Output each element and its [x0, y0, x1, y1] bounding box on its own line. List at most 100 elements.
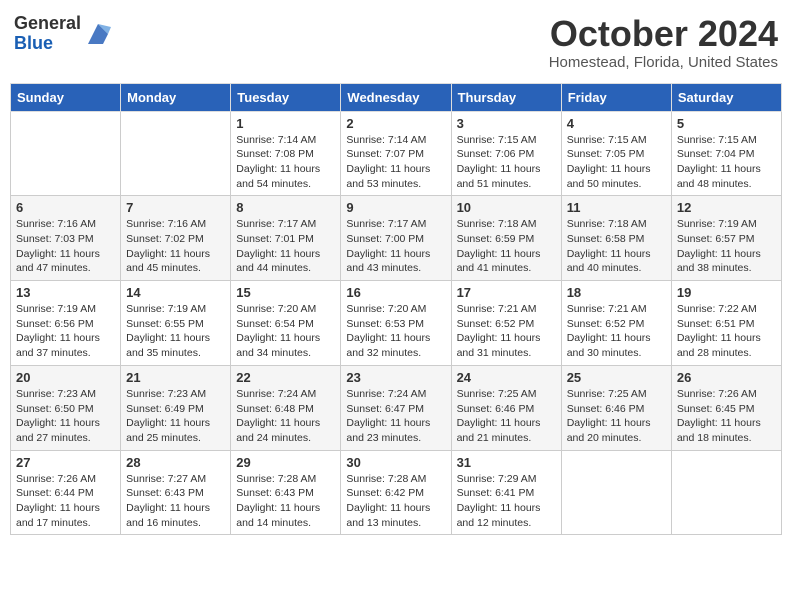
calendar-cell: 24 Sunrise: 7:25 AMSunset: 6:46 PMDayligh… — [451, 365, 561, 450]
logo-blue-text: Blue — [14, 34, 81, 54]
calendar-cell: 31Sunrise: 7:29 AMSunset: 6:41 PMDayligh… — [451, 450, 561, 535]
calendar-cell: 1 Sunrise: 7:14 AMSunset: 7:08 PMDaylight… — [231, 111, 341, 196]
day-number: 16 — [346, 285, 445, 300]
day-number: 4 — [567, 116, 666, 131]
day-number: 31 — [457, 455, 556, 470]
calendar-week-row: 20 Sunrise: 7:23 AMSunset: 6:50 PMDayligh… — [11, 365, 782, 450]
day-number: 6 — [16, 200, 115, 215]
day-number: 7 — [126, 200, 225, 215]
day-header-sunday: Sunday — [11, 83, 121, 111]
calendar-cell: 22Sunrise: 7:24 AMSunset: 6:48 PMDayligh… — [231, 365, 341, 450]
cell-info: Sunrise: 7:18 AMSunset: 6:58 PMDaylight:… — [567, 217, 666, 276]
calendar-cell — [671, 450, 781, 535]
cell-info: Sunrise: 7:22 AMSunset: 6:51 PMDaylight:… — [677, 302, 776, 361]
calendar-cell: 28 Sunrise: 7:27 AMSunset: 6:43 PMDayligh… — [121, 450, 231, 535]
cell-info: Sunrise: 7:28 AMSunset: 6:42 PMDaylight:… — [346, 472, 445, 531]
cell-info: Sunrise: 7:24 AMSunset: 6:47 PMDaylight:… — [346, 387, 445, 446]
day-number: 28 — [126, 455, 225, 470]
cell-info: Sunrise: 7:14 AMSunset: 7:08 PMDaylight:… — [236, 133, 335, 192]
day-number: 2 — [346, 116, 445, 131]
day-header-wednesday: Wednesday — [341, 83, 451, 111]
calendar-cell: 15 Sunrise: 7:20 AMSunset: 6:54 PMDayligh… — [231, 281, 341, 366]
day-number: 26 — [677, 370, 776, 385]
day-header-monday: Monday — [121, 83, 231, 111]
day-number: 19 — [677, 285, 776, 300]
cell-info: Sunrise: 7:18 AMSunset: 6:59 PMDaylight:… — [457, 217, 556, 276]
calendar-cell: 18 Sunrise: 7:21 AMSunset: 6:52 PMDayligh… — [561, 281, 671, 366]
title-block: October 2024 Homestead, Florida, United … — [549, 14, 778, 71]
calendar-cell: 29 Sunrise: 7:28 AMSunset: 6:43 PMDayligh… — [231, 450, 341, 535]
day-number: 9 — [346, 200, 445, 215]
cell-info: Sunrise: 7:23 AMSunset: 6:50 PMDaylight:… — [16, 387, 115, 446]
cell-info: Sunrise: 7:28 AMSunset: 6:43 PMDaylight:… — [236, 472, 335, 531]
calendar-cell — [11, 111, 121, 196]
calendar-cell: 6 Sunrise: 7:16 AMSunset: 7:03 PMDaylight… — [11, 196, 121, 281]
day-header-friday: Friday — [561, 83, 671, 111]
cell-info: Sunrise: 7:15 AMSunset: 7:06 PMDaylight:… — [457, 133, 556, 192]
cell-info: Sunrise: 7:19 AMSunset: 6:57 PMDaylight:… — [677, 217, 776, 276]
day-header-saturday: Saturday — [671, 83, 781, 111]
location: Homestead, Florida, United States — [549, 54, 778, 71]
calendar-cell: 30Sunrise: 7:28 AMSunset: 6:42 PMDayligh… — [341, 450, 451, 535]
day-number: 12 — [677, 200, 776, 215]
day-header-tuesday: Tuesday — [231, 83, 341, 111]
day-number: 21 — [126, 370, 225, 385]
day-number: 24 — [457, 370, 556, 385]
calendar-table: SundayMondayTuesdayWednesdayThursdayFrid… — [10, 83, 782, 536]
day-number: 5 — [677, 116, 776, 131]
day-number: 8 — [236, 200, 335, 215]
calendar-header-row: SundayMondayTuesdayWednesdayThursdayFrid… — [11, 83, 782, 111]
cell-info: Sunrise: 7:17 AMSunset: 7:00 PMDaylight:… — [346, 217, 445, 276]
cell-info: Sunrise: 7:20 AMSunset: 6:54 PMDaylight:… — [236, 302, 335, 361]
logo-icon — [83, 19, 113, 49]
cell-info: Sunrise: 7:16 AMSunset: 7:02 PMDaylight:… — [126, 217, 225, 276]
cell-info: Sunrise: 7:16 AMSunset: 7:03 PMDaylight:… — [16, 217, 115, 276]
cell-info: Sunrise: 7:25 AMSunset: 6:46 PMDaylight:… — [457, 387, 556, 446]
calendar-week-row: 27Sunrise: 7:26 AMSunset: 6:44 PMDayligh… — [11, 450, 782, 535]
calendar-cell: 21 Sunrise: 7:23 AMSunset: 6:49 PMDayligh… — [121, 365, 231, 450]
calendar-cell: 26Sunrise: 7:26 AMSunset: 6:45 PMDayligh… — [671, 365, 781, 450]
calendar-cell: 2 Sunrise: 7:14 AMSunset: 7:07 PMDaylight… — [341, 111, 451, 196]
day-number: 23 — [346, 370, 445, 385]
cell-info: Sunrise: 7:19 AMSunset: 6:56 PMDaylight:… — [16, 302, 115, 361]
calendar-cell: 23 Sunrise: 7:24 AMSunset: 6:47 PMDayligh… — [341, 365, 451, 450]
cell-info: Sunrise: 7:21 AMSunset: 6:52 PMDaylight:… — [567, 302, 666, 361]
calendar-cell: 17 Sunrise: 7:21 AMSunset: 6:52 PMDayligh… — [451, 281, 561, 366]
calendar-cell: 3 Sunrise: 7:15 AMSunset: 7:06 PMDaylight… — [451, 111, 561, 196]
cell-info: Sunrise: 7:19 AMSunset: 6:55 PMDaylight:… — [126, 302, 225, 361]
calendar-cell: 12 Sunrise: 7:19 AMSunset: 6:57 PMDayligh… — [671, 196, 781, 281]
calendar-cell — [561, 450, 671, 535]
day-number: 1 — [236, 116, 335, 131]
cell-info: Sunrise: 7:14 AMSunset: 7:07 PMDaylight:… — [346, 133, 445, 192]
cell-info: Sunrise: 7:21 AMSunset: 6:52 PMDaylight:… — [457, 302, 556, 361]
calendar-cell: 5 Sunrise: 7:15 AMSunset: 7:04 PMDaylight… — [671, 111, 781, 196]
day-number: 11 — [567, 200, 666, 215]
calendar-cell — [121, 111, 231, 196]
calendar-cell: 8Sunrise: 7:17 AMSunset: 7:01 PMDaylight… — [231, 196, 341, 281]
day-number: 27 — [16, 455, 115, 470]
header: General Blue October 2024 Homestead, Flo… — [10, 10, 782, 75]
cell-info: Sunrise: 7:23 AMSunset: 6:49 PMDaylight:… — [126, 387, 225, 446]
calendar-cell: 10 Sunrise: 7:18 AMSunset: 6:59 PMDayligh… — [451, 196, 561, 281]
day-number: 29 — [236, 455, 335, 470]
calendar-cell: 11 Sunrise: 7:18 AMSunset: 6:58 PMDayligh… — [561, 196, 671, 281]
month-title: October 2024 — [549, 14, 778, 54]
day-number: 18 — [567, 285, 666, 300]
day-number: 3 — [457, 116, 556, 131]
logo-general-text: General — [14, 14, 81, 34]
cell-info: Sunrise: 7:27 AMSunset: 6:43 PMDaylight:… — [126, 472, 225, 531]
calendar-cell: 27Sunrise: 7:26 AMSunset: 6:44 PMDayligh… — [11, 450, 121, 535]
day-number: 13 — [16, 285, 115, 300]
day-number: 20 — [16, 370, 115, 385]
calendar-cell: 7 Sunrise: 7:16 AMSunset: 7:02 PMDaylight… — [121, 196, 231, 281]
cell-info: Sunrise: 7:15 AMSunset: 7:05 PMDaylight:… — [567, 133, 666, 192]
calendar-cell: 4 Sunrise: 7:15 AMSunset: 7:05 PMDaylight… — [561, 111, 671, 196]
cell-info: Sunrise: 7:15 AMSunset: 7:04 PMDaylight:… — [677, 133, 776, 192]
day-number: 14 — [126, 285, 225, 300]
cell-info: Sunrise: 7:24 AMSunset: 6:48 PMDaylight:… — [236, 387, 335, 446]
day-number: 10 — [457, 200, 556, 215]
calendar-cell: 13 Sunrise: 7:19 AMSunset: 6:56 PMDayligh… — [11, 281, 121, 366]
day-number: 15 — [236, 285, 335, 300]
cell-info: Sunrise: 7:20 AMSunset: 6:53 PMDaylight:… — [346, 302, 445, 361]
day-number: 17 — [457, 285, 556, 300]
